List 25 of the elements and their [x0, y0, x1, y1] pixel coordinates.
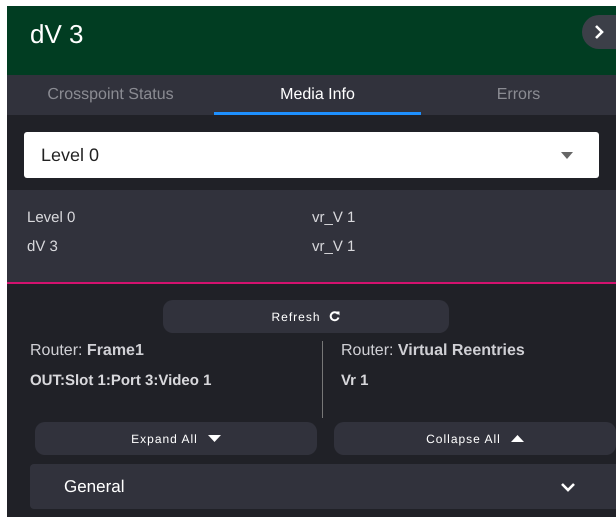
source-name: vr_V 1	[312, 238, 356, 256]
next-button[interactable]	[582, 15, 616, 49]
refresh-icon	[328, 311, 340, 322]
panel-title: dV 3	[30, 18, 84, 51]
section-header[interactable]: General	[30, 464, 616, 509]
router-name: Router: Frame1	[30, 341, 145, 361]
chevron-right-icon	[594, 24, 604, 40]
collapse-all-button[interactable]: Collapse All	[334, 422, 616, 455]
expand-all-button[interactable]: Expand All	[35, 422, 317, 455]
chevron-down-icon	[560, 482, 576, 492]
caret-up-icon	[510, 435, 524, 442]
level-dropdown[interactable]: Level 0	[24, 132, 599, 178]
tab[interactable]: Errors	[421, 75, 616, 115]
level-name: Level 0	[27, 209, 76, 227]
tab[interactable]: Media Info	[214, 75, 421, 115]
tab[interactable]: Crosspoint Status	[7, 75, 214, 115]
section-title: General	[64, 476, 124, 498]
refresh-button[interactable]: Refresh	[162, 300, 448, 333]
port-name: OUT:Slot 1:Port 3:Video 1	[30, 371, 212, 391]
level-name: dV 3	[27, 238, 59, 256]
port-name: Vr 1	[341, 371, 370, 391]
caret-down-icon	[208, 435, 221, 442]
router-name: Router: Virtual Reentries	[341, 341, 525, 361]
source-name: vr_V 1	[312, 209, 356, 227]
dropdown-caret-icon	[561, 152, 573, 158]
